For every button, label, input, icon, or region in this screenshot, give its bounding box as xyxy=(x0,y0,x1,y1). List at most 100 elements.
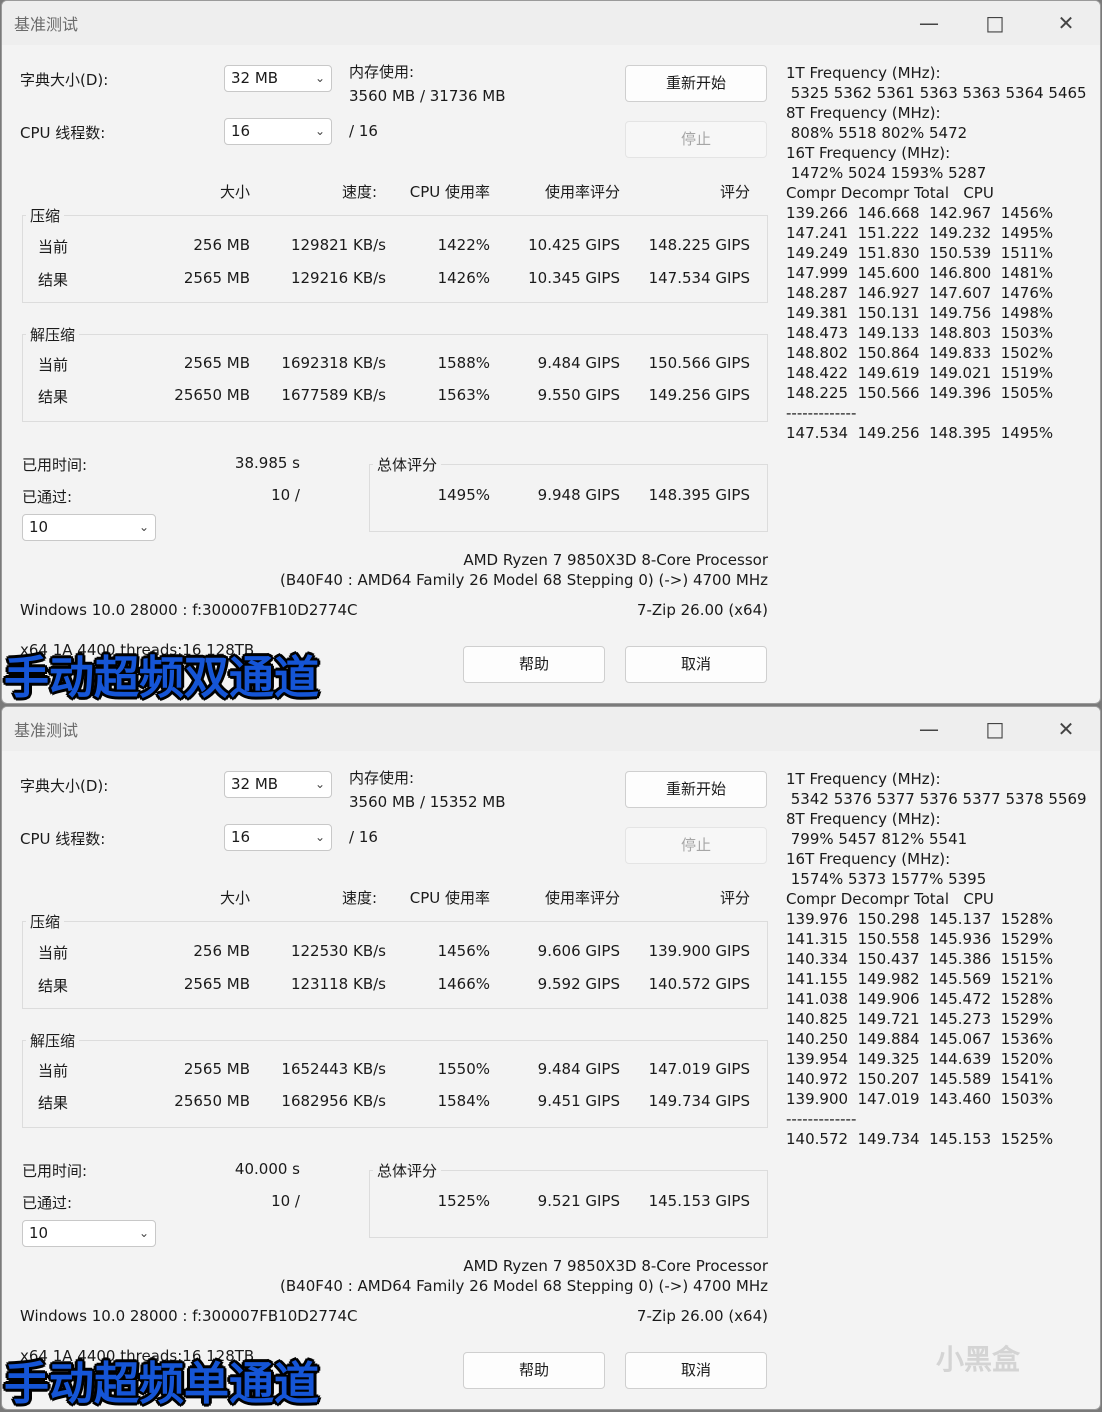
memory-usage-label: 内存使用: xyxy=(349,63,415,81)
passes-value: 10 xyxy=(29,518,49,536)
memory-usage-value: 3560 MB / 31736 MB xyxy=(349,87,506,105)
memory-usage-label: 内存使用: xyxy=(349,769,415,787)
total-usage-rating: 9.948 GIPS xyxy=(537,486,620,504)
cancel-button[interactable]: 取消 xyxy=(625,646,767,683)
compress-result-cell-usage-rating: 9.592 GIPS xyxy=(537,975,620,993)
compress-result-cell-cpu-usage: 1426% xyxy=(437,269,490,287)
app-version: 7-Zip 26.00 (x64) xyxy=(636,1307,768,1325)
passes-value: 10 xyxy=(29,1224,49,1242)
help-button[interactable]: 帮助 xyxy=(463,1352,605,1389)
close-icon[interactable]: ✕ xyxy=(1051,9,1081,37)
cpu-threads-select[interactable]: 16 ⌄ xyxy=(224,118,332,145)
log-line: 1472% 5024 1593% 5287 xyxy=(786,164,987,182)
elapsed-time-label: 已用时间: xyxy=(22,456,88,474)
compress-current-cell-usage-rating: 10.425 GIPS xyxy=(528,236,620,254)
compress-current-cell-cpu-usage: 1456% xyxy=(437,942,490,960)
compress-result-cell-speed: 129216 KB/s xyxy=(290,269,386,287)
os-info: Windows 10.0 28000 : f:300007FB10D2774C xyxy=(20,601,358,619)
cancel-button[interactable]: 取消 xyxy=(625,1352,767,1389)
benchmark-window-1: 基准测试 — □ ✕ 字典大小(D): 32 MB ⌄ CPU 线程数: 16 … xyxy=(1,0,1101,704)
col-header-size: 大小 xyxy=(219,183,250,201)
help-button[interactable]: 帮助 xyxy=(463,646,605,683)
log-line: 140.572 149.734 145.153 1525% xyxy=(786,1130,1054,1148)
restart-button[interactable]: 重新开始 xyxy=(625,65,767,102)
passes-select[interactable]: 10 ⌄ xyxy=(22,514,156,541)
log-line: 139.900 147.019 143.460 1503% xyxy=(786,1090,1054,1108)
minimize-icon[interactable]: — xyxy=(914,715,944,743)
log-line: 141.315 150.558 145.936 1529% xyxy=(786,930,1054,948)
maximize-icon[interactable]: □ xyxy=(980,715,1010,743)
log-line: 147.534 149.256 148.395 1495% xyxy=(786,424,1054,442)
log-line: 1T Frequency (MHz): xyxy=(786,64,941,82)
log-line: 140.250 149.884 145.067 1536% xyxy=(786,1030,1054,1048)
cpu-threads-max: / 16 xyxy=(349,122,378,140)
compress-current-label: 当前 xyxy=(38,944,69,962)
compress-current-label: 当前 xyxy=(38,238,69,256)
overlay-caption: 手动超频双通道 xyxy=(4,651,320,704)
decompress-result-cell-size: 25650 MB xyxy=(174,1092,250,1110)
total-rating: 145.153 GIPS xyxy=(648,1192,750,1210)
dict-size-select[interactable]: 32 MB ⌄ xyxy=(224,65,332,92)
stop-button[interactable]: 停止 xyxy=(625,121,767,158)
minimize-icon[interactable]: — xyxy=(914,9,944,37)
decompress-current-label: 当前 xyxy=(38,356,69,374)
cpu-threads-max: / 16 xyxy=(349,828,378,846)
log-line: 148.422 149.619 149.021 1519% xyxy=(786,364,1054,382)
total-cpu-usage: 1495% xyxy=(437,486,490,504)
col-header-usage-rating: 使用率评分 xyxy=(544,889,620,907)
col-header-rating: 评分 xyxy=(719,183,750,201)
title-bar: 基准测试 — □ ✕ xyxy=(2,1,1100,45)
close-icon[interactable]: ✕ xyxy=(1051,715,1081,743)
log-line: 148.225 150.566 149.396 1505% xyxy=(786,384,1054,402)
cpu-threads-label: CPU 线程数: xyxy=(20,124,106,142)
passes-select[interactable]: 10 ⌄ xyxy=(22,1220,156,1247)
total-rating: 148.395 GIPS xyxy=(648,486,750,504)
cpu-threads-value: 16 xyxy=(231,828,251,846)
decompress-result-cell-speed: 1677589 KB/s xyxy=(281,386,386,404)
decompress-label: 解压缩 xyxy=(26,1030,80,1051)
maximize-icon[interactable]: □ xyxy=(980,9,1010,37)
log-line: 8T Frequency (MHz): xyxy=(786,810,941,828)
watermark: 小黑盒 xyxy=(936,1343,1021,1376)
cpu-threads-select[interactable]: 16 ⌄ xyxy=(224,824,332,851)
decompress-current-cell-cpu-usage: 1588% xyxy=(437,354,490,372)
decompress-current-cell-rating: 150.566 GIPS xyxy=(648,354,750,372)
log-line: 147.241 151.222 149.232 1495% xyxy=(786,224,1054,242)
log-line: 16T Frequency (MHz): xyxy=(786,144,951,162)
decompress-result-cell-rating: 149.734 GIPS xyxy=(648,1092,750,1110)
app-version: 7-Zip 26.00 (x64) xyxy=(636,601,768,619)
compress-group xyxy=(22,921,768,1009)
chevron-down-icon: ⌄ xyxy=(314,830,325,844)
dict-size-label: 字典大小(D): xyxy=(20,777,109,795)
dict-size-select[interactable]: 32 MB ⌄ xyxy=(224,771,332,798)
log-line: 140.334 150.437 145.386 1515% xyxy=(786,950,1054,968)
elapsed-time-label: 已用时间: xyxy=(22,1162,88,1180)
log-line: 149.249 151.830 150.539 1511% xyxy=(786,244,1054,262)
log-line: ------------- xyxy=(786,404,857,422)
benchmark-window-2: 基准测试 — □ ✕ 字典大小(D): 32 MB ⌄ CPU 线程数: 16 … xyxy=(1,706,1101,1410)
passed-value: 10 / xyxy=(271,486,300,504)
compress-current-cell-size: 256 MB xyxy=(193,942,250,960)
log-line: Compr Decompr Total CPU xyxy=(786,184,994,202)
log-line: 139.976 150.298 145.137 1528% xyxy=(786,910,1054,928)
total-usage-rating: 9.521 GIPS xyxy=(537,1192,620,1210)
restart-button[interactable]: 重新开始 xyxy=(625,771,767,808)
overlay-caption: 手动超频单通道 xyxy=(4,1357,320,1410)
col-header-speed: 速度: xyxy=(341,889,377,907)
cpu-name: AMD Ryzen 7 9850X3D 8-Core Processor xyxy=(463,551,768,569)
stop-button[interactable]: 停止 xyxy=(625,827,767,864)
log-line: ------------- xyxy=(786,1110,857,1128)
decompress-result-cell-size: 25650 MB xyxy=(174,386,250,404)
log-line: 139.954 149.325 144.639 1520% xyxy=(786,1050,1054,1068)
log-line: 139.266 146.668 142.967 1456% xyxy=(786,204,1054,222)
decompress-current-cell-size: 2565 MB xyxy=(183,1060,250,1078)
decompress-group xyxy=(22,1040,768,1128)
chevron-down-icon: ⌄ xyxy=(138,1226,149,1240)
log-line: 141.155 149.982 145.569 1521% xyxy=(786,970,1054,988)
compress-current-cell-speed: 122530 KB/s xyxy=(290,942,386,960)
window-title: 基准测试 xyxy=(14,15,79,34)
chevron-down-icon: ⌄ xyxy=(138,520,149,534)
compress-result-cell-rating: 147.534 GIPS xyxy=(648,269,750,287)
col-header-cpu-usage: CPU 使用率 xyxy=(409,889,490,907)
passed-label: 已通过: xyxy=(22,488,73,506)
